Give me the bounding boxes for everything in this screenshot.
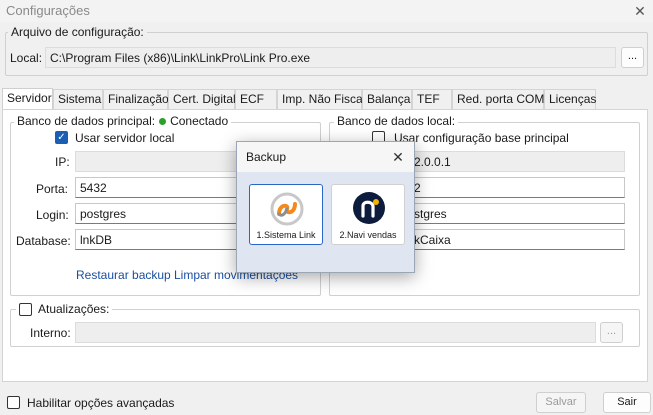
backup-dialog: Backup ✕ 1.Sistema Link 2.Navi vendas bbox=[236, 141, 415, 273]
updates-checkbox[interactable] bbox=[19, 302, 32, 316]
login-label: Login: bbox=[36, 208, 69, 222]
tab-servidor[interactable]: Servidor bbox=[2, 88, 53, 110]
window-title: Configurações bbox=[6, 3, 90, 18]
interno-field[interactable] bbox=[75, 322, 596, 343]
use-base-config-label: Usar configuração base principal bbox=[394, 131, 569, 145]
updates-legend-wrap: Atualizações: bbox=[16, 302, 113, 316]
tab-imp-nao-fiscal[interactable]: Imp. Não Fiscal bbox=[277, 89, 365, 109]
restore-backup-link[interactable]: Restaurar backup bbox=[76, 268, 171, 282]
backup-dialog-close-icon[interactable]: ✕ bbox=[387, 146, 409, 168]
local-db-legend: Banco de dados local: bbox=[334, 114, 459, 128]
interno-label: Interno: bbox=[30, 326, 71, 340]
backup-option-navi-vendas-label: 2.Navi vendas bbox=[339, 230, 397, 240]
local-path-field[interactable]: C:\Program Files (x86)\Link\LinkPro\Link… bbox=[45, 47, 616, 68]
porta-field[interactable]: 5432 bbox=[75, 177, 241, 198]
principal-db-legend: Banco de dados principal: bbox=[17, 114, 156, 128]
use-local-server-label: Usar servidor local bbox=[75, 131, 175, 145]
local-porta-field[interactable]: 2 bbox=[405, 177, 625, 198]
backup-option-sistema-link-label: 1.Sistema Link bbox=[256, 230, 316, 240]
database-field[interactable]: lnkDB bbox=[75, 229, 241, 250]
database-label: Database: bbox=[16, 234, 71, 248]
porta-label: Porta: bbox=[36, 182, 69, 196]
advanced-options-checkbox[interactable] bbox=[7, 396, 20, 409]
ip-label: IP: bbox=[55, 155, 70, 169]
use-local-server-checkbox[interactable]: ✓ bbox=[55, 131, 68, 144]
local-ip-field[interactable]: 2.0.0.1 bbox=[405, 151, 625, 172]
updates-label: Atualizações: bbox=[38, 302, 110, 316]
navi-logo-icon bbox=[353, 192, 385, 224]
tab-cert-digital[interactable]: Cert. Digital bbox=[168, 89, 236, 109]
tab-ecf[interactable]: ECF bbox=[235, 89, 277, 109]
title-bar bbox=[0, 0, 653, 22]
principal-db-status: Conectado bbox=[170, 114, 229, 128]
window-close-icon[interactable]: ✕ bbox=[630, 1, 650, 21]
ip-field[interactable] bbox=[75, 151, 241, 172]
tab-sistema[interactable]: Sistema bbox=[53, 89, 103, 109]
login-field[interactable]: postgres bbox=[75, 203, 241, 224]
tab-balanca[interactable]: Balança bbox=[362, 89, 412, 109]
advanced-options-label: Habilitar opções avançadas bbox=[27, 396, 175, 410]
backup-dialog-title: Backup bbox=[246, 150, 287, 164]
sistema-link-logo-icon bbox=[270, 192, 304, 226]
backup-option-navi-vendas[interactable]: 2.Navi vendas bbox=[331, 184, 405, 245]
tab-finalizacao[interactable]: Finalização bbox=[103, 89, 169, 109]
save-button[interactable]: Salvar bbox=[536, 392, 586, 413]
local-database-field[interactable]: kCaixa bbox=[405, 229, 625, 250]
config-file-legend: Arquivo de configuração: bbox=[8, 25, 147, 39]
tab-licencas[interactable]: Licenças bbox=[544, 89, 596, 109]
exit-button[interactable]: Sair bbox=[603, 392, 651, 413]
interno-browse-button[interactable]: ... bbox=[600, 322, 623, 343]
principal-db-legend-wrap: Banco de dados principal: Conectado bbox=[14, 114, 232, 128]
local-login-field[interactable]: stgres bbox=[405, 203, 625, 224]
backup-option-sistema-link[interactable]: 1.Sistema Link bbox=[249, 184, 323, 245]
tab-tef[interactable]: TEF bbox=[412, 89, 452, 109]
local-browse-button[interactable]: ... bbox=[621, 47, 644, 68]
tab-red-porta-com[interactable]: Red. porta COM bbox=[452, 89, 544, 109]
local-label: Local: bbox=[10, 51, 43, 65]
status-connected-icon bbox=[159, 117, 167, 125]
